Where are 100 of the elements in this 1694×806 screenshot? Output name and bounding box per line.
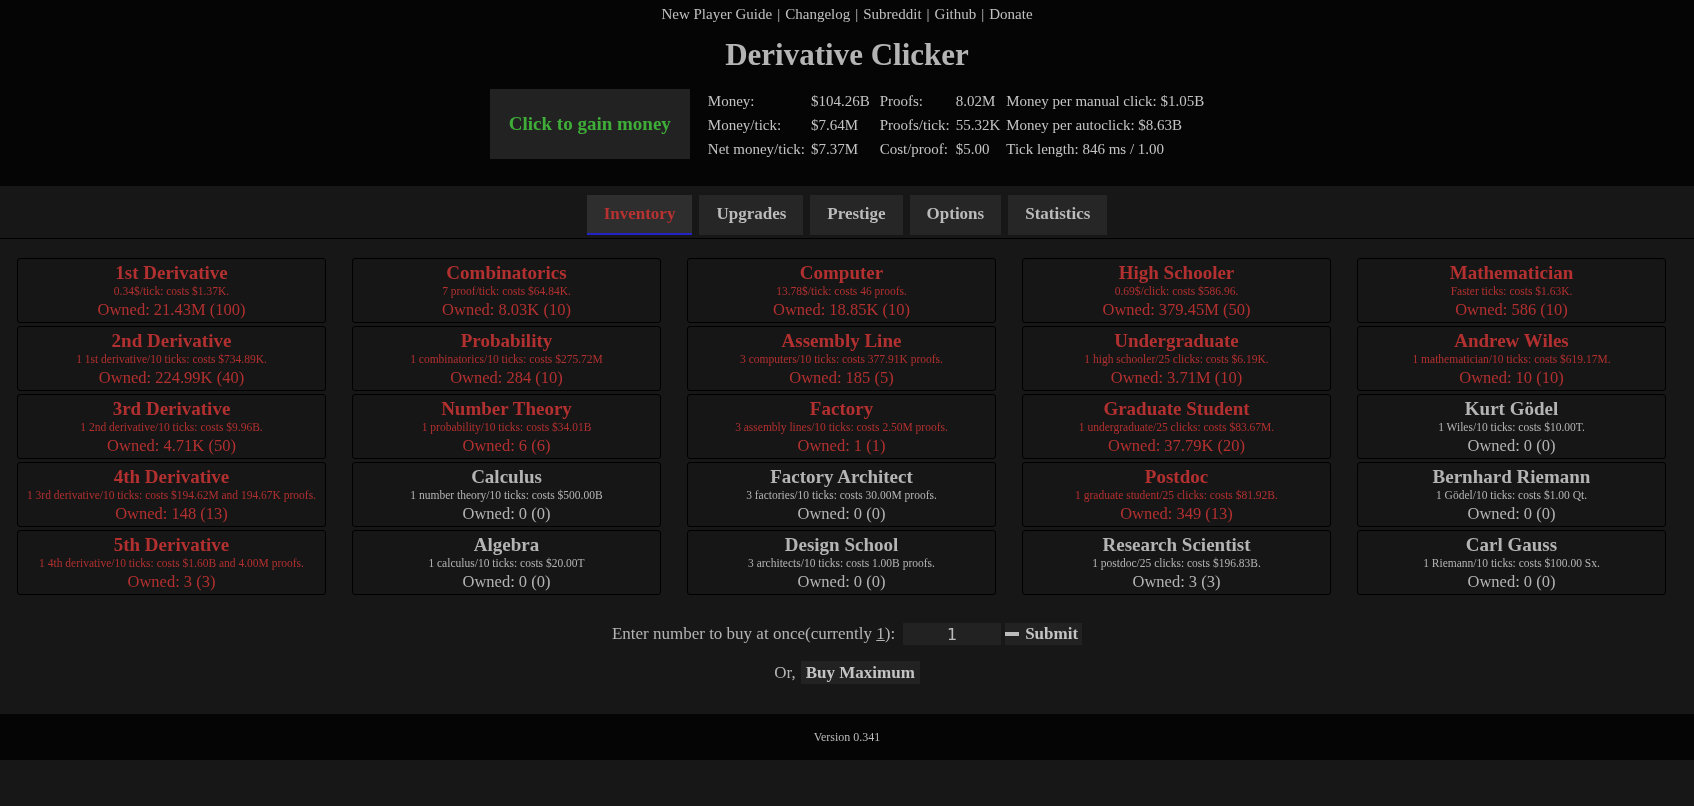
item-name: 1st Derivative [115, 261, 228, 284]
owned-count: Owned: 18.85K (10) [773, 298, 910, 320]
item-name: Algebra [473, 533, 540, 556]
owned-count: Owned: 379.45M (50) [1102, 298, 1251, 320]
item-name: Factory [809, 397, 874, 420]
stat-label: Money per manual click: $1.05B [1006, 92, 1205, 110]
item-description: 0.34$/tick: costs $1.37K. [113, 283, 230, 299]
nav-link[interactable]: Subreddit [863, 6, 922, 23]
owned-count: Owned: 0 (0) [1467, 502, 1556, 524]
item-name: 3rd Derivative [112, 397, 231, 420]
owned-count: Owned: 0 (0) [797, 570, 886, 592]
tab[interactable]: Statistics [1008, 195, 1108, 235]
tab[interactable]: Prestige [810, 195, 903, 235]
item-description: 7 proof/tick: costs $64.84K. [442, 283, 571, 299]
item-card[interactable]: Carl Gauss 1 Riemann/10 ticks: costs $100.00 Sx. Owned: 0 (0) [1357, 530, 1666, 595]
nav-link[interactable]: Github [934, 6, 977, 23]
item-description: Faster ticks: costs $1.63K. [1450, 283, 1573, 299]
item-name: Combinatorics [446, 261, 567, 284]
stat-value: $7.64M [810, 116, 859, 134]
item-description: 1 3rd derivative/10 ticks: costs $194.62M and 194.67K proofs. [26, 487, 317, 503]
item-description: 1 1st derivative/10 ticks: costs $734.89K. [76, 351, 267, 367]
item-name: Computer [799, 261, 884, 284]
item-description: 0.69$/click: costs $586.96. [1114, 283, 1239, 299]
link-separator: | [855, 6, 859, 23]
link-separator: | [777, 6, 781, 23]
click-money-button[interactable]: Click to gain money [489, 89, 690, 159]
stat-label: Tick length: 846 ms / 1.00 [1006, 140, 1166, 158]
owned-count: Owned: 3 (3) [1132, 570, 1221, 592]
tab[interactable]: Upgrades [699, 195, 804, 235]
item-card[interactable]: Algebra 1 calculus/10 ticks: costs $20.00T Owned: 0 (0) [352, 530, 661, 595]
nav-link[interactable]: Donate [989, 6, 1033, 23]
item-description: 3 factories/10 ticks: costs 30.00M proofs. [746, 487, 937, 503]
item-description: 3 assembly lines/10 ticks: costs 2.50M proofs. [735, 419, 948, 435]
item-description: 1 probability/10 ticks: costs $34.01B [421, 419, 592, 435]
stat-label: Net money/tick: [707, 140, 805, 158]
item-name: 5th Derivative [113, 533, 230, 556]
item-description: 1 Wiles/10 ticks: costs $10.00T. [1438, 419, 1585, 435]
owned-count: Owned: 0 (0) [462, 502, 551, 524]
owned-count: Owned: 8.03K (10) [442, 298, 571, 320]
or-label: Or, [774, 662, 796, 683]
stat-value: $104.26B [810, 92, 870, 110]
item-card[interactable]: Factory Architect 3 factories/10 ticks: costs 30.00M proofs. Owned: 0 (0) [687, 462, 996, 527]
nav-link[interactable]: New Player Guide [661, 6, 773, 23]
item-description: 1 calculus/10 ticks: costs $20.00T [428, 555, 585, 571]
item-name: Graduate Student [1103, 397, 1250, 420]
item-description: 1 high schooler/25 clicks: costs $6.19K. [1084, 351, 1269, 367]
item-name: Probability [460, 329, 553, 352]
item-name: Kurt Gödel [1464, 397, 1559, 420]
stat-value: 55.32K [955, 116, 1001, 134]
item-description: 1 number theory/10 ticks: costs $500.00B [410, 487, 603, 503]
item-name: Andrew Wiles [1454, 329, 1569, 352]
item-name: Bernhard Riemann [1432, 465, 1591, 488]
owned-count: Owned: 185 (5) [789, 366, 894, 388]
buy-maximum-button[interactable]: Buy Maximum [800, 661, 920, 684]
item-name: Carl Gauss [1465, 533, 1558, 556]
stat-value: $7.37M [810, 140, 859, 158]
item-description: 1 undergraduate/25 clicks: costs $83.67M. [1078, 419, 1275, 435]
owned-count: Owned: 148 (13) [115, 502, 228, 524]
item-description: 13.78$/tick: costs 46 proofs. [776, 283, 907, 299]
item-description: 1 Riemann/10 ticks: costs $100.00 Sx. [1423, 555, 1600, 571]
owned-count: Owned: 0 (0) [462, 570, 551, 592]
item-name: Postdoc [1144, 465, 1209, 488]
item-card[interactable]: Design School 3 architects/10 ticks: costs 1.00B proofs. Owned: 0 (0) [687, 530, 996, 595]
item-name: 4th Derivative [113, 465, 230, 488]
submit-button[interactable]: Submit [1005, 623, 1083, 645]
owned-count: Owned: 1 (1) [797, 434, 886, 456]
stat-label: Proofs/tick: [879, 116, 950, 134]
owned-count: Owned: 10 (10) [1459, 366, 1564, 388]
item-card[interactable]: Bernhard Riemann 1 Gödel/10 ticks: costs $1.00 Qt. Owned: 0 (0) [1357, 462, 1666, 527]
stat-label: Proofs: [879, 92, 924, 110]
item-description: 3 architects/10 ticks: costs 1.00B proofs. [748, 555, 935, 571]
owned-count: Owned: 349 (13) [1120, 502, 1233, 524]
owned-count: Owned: 0 (0) [1467, 570, 1556, 592]
item-description: 3 computers/10 ticks: costs 377.91K proofs. [740, 351, 943, 367]
owned-count: Owned: 0 (0) [1467, 434, 1556, 456]
item-card[interactable]: Kurt Gödel 1 Wiles/10 ticks: costs $10.00T. Owned: 0 (0) [1357, 394, 1666, 459]
amount-input[interactable]: 1 [903, 623, 1002, 645]
item-name: Design School [784, 533, 899, 556]
tab[interactable]: Options [909, 195, 1002, 235]
owned-count: Owned: 586 (10) [1455, 298, 1568, 320]
version-label: Version 0.341 [813, 729, 881, 745]
stat-value: 8.02M [955, 92, 997, 110]
item-card[interactable]: Calculus 1 number theory/10 ticks: costs $500.00B Owned: 0 (0) [352, 462, 661, 527]
stat-label: Money per autoclick: $8.63B [1006, 116, 1184, 134]
spinner-icon [1005, 631, 1020, 637]
item-name: Mathematician [1449, 261, 1574, 284]
item-name: Undergraduate [1114, 329, 1239, 352]
nav-link[interactable]: Changelog [785, 6, 851, 23]
stat-label: Money/tick: [707, 116, 783, 134]
item-description: 1 graduate student/25 clicks: costs $81.92B. [1075, 487, 1278, 503]
game-title: Derivative Clicker [725, 37, 969, 74]
item-description: 1 mathematician/10 ticks: costs $619.17M. [1412, 351, 1611, 367]
link-separator: | [926, 6, 930, 23]
item-name: Number Theory [441, 397, 572, 420]
item-name: High Schooler [1118, 261, 1235, 284]
item-card[interactable]: Research Scientist 1 postdoc/25 clicks: costs $196.83B. Owned: 3 (3) [1022, 530, 1331, 595]
item-description: 1 2nd derivative/10 ticks: costs $9.96B. [80, 419, 263, 435]
item-description: 1 postdoc/25 clicks: costs $196.83B. [1092, 555, 1261, 571]
item-name: Assembly Line [781, 329, 902, 352]
item-name: Factory Architect [770, 465, 913, 488]
